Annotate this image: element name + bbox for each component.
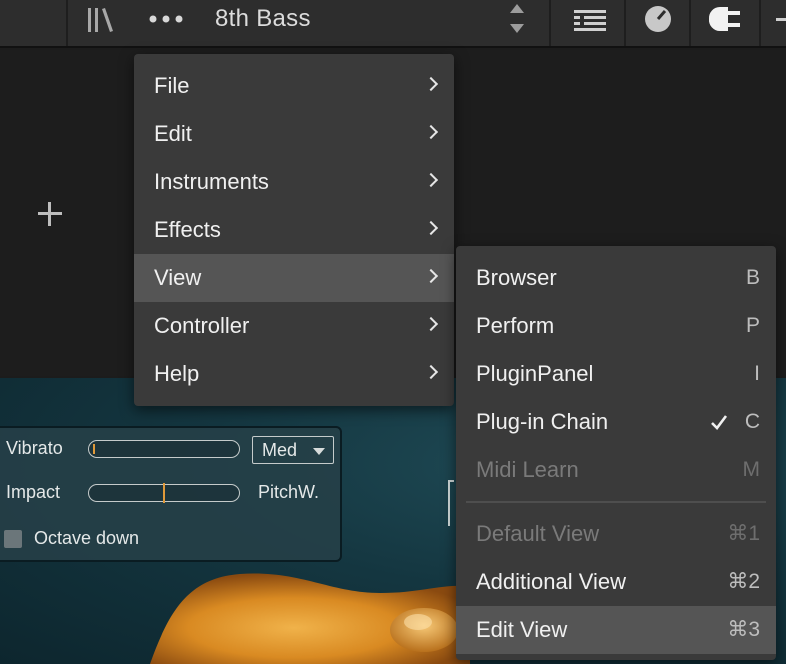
menu-item-label: Edit View xyxy=(476,617,568,642)
menu-item-pluginpanel[interactable]: PluginPanel I xyxy=(456,350,776,398)
chevron-right-icon xyxy=(423,316,439,332)
library-icon[interactable] xyxy=(86,6,116,34)
shortcut-label: ⌘1 xyxy=(727,522,760,545)
minus-icon[interactable] xyxy=(776,18,786,21)
main-menu: File Edit Instruments Effects View Contr… xyxy=(134,54,454,406)
menu-item-instruments[interactable]: Instruments xyxy=(134,158,454,206)
toolbar-divider xyxy=(624,0,626,46)
menu-item-controller[interactable]: Controller xyxy=(134,302,454,350)
shortcut-label: ⌘2 xyxy=(727,570,760,593)
shortcut-label: C xyxy=(744,410,760,433)
chevron-right-icon xyxy=(423,268,439,284)
vibrato-label: Vibrato xyxy=(6,438,63,458)
menu-item-plugin-chain[interactable]: Plug-in Chain C xyxy=(456,398,776,446)
octave-down-checkbox[interactable] xyxy=(4,530,22,548)
menu-item-label: Perform xyxy=(476,313,555,338)
menu-item-edit-view[interactable]: Edit View ⌘3 xyxy=(456,606,776,654)
impact-slider-handle[interactable] xyxy=(163,483,165,503)
checkmark-icon xyxy=(711,415,728,430)
instrument-name[interactable]: 8th Bass xyxy=(215,5,311,33)
shortcut-label: ⌘3 xyxy=(727,618,760,641)
chevron-right-icon xyxy=(423,220,439,236)
shortcut-label: I xyxy=(754,362,760,385)
impact-slider[interactable] xyxy=(88,483,240,503)
menu-item-label: File xyxy=(154,73,190,98)
menu-item-label: Browser xyxy=(476,265,557,290)
toolbar-divider xyxy=(549,0,551,46)
menu-item-file[interactable]: File xyxy=(134,62,454,110)
caret-down-icon xyxy=(313,448,325,455)
knob-icon[interactable] xyxy=(643,4,673,34)
vibrato-mode-select[interactable]: Med xyxy=(252,436,334,464)
chevron-right-icon xyxy=(423,364,439,380)
impact-label: Impact xyxy=(6,482,61,502)
more-icon[interactable] xyxy=(148,14,184,24)
stepper-icon[interactable] xyxy=(506,2,528,36)
menu-item-label: Plug-in Chain xyxy=(476,409,609,434)
toolbar-divider xyxy=(759,0,761,46)
menu-item-view[interactable]: View xyxy=(134,254,454,302)
articulation-panel: Vibrato Med Impact PitchW. Octave down xyxy=(0,426,342,562)
chevron-right-icon xyxy=(423,172,439,188)
menu-item-default-view: Default View ⌘1 xyxy=(456,510,776,558)
menu-item-label: Controller xyxy=(154,313,250,338)
menu-divider xyxy=(466,501,766,503)
chevron-right-icon xyxy=(423,124,439,140)
menu-item-midi-learn: Midi Learn M xyxy=(456,446,776,494)
menu-item-label: Additional View xyxy=(476,569,627,594)
toolbar-divider xyxy=(66,0,68,46)
shortcut-label: M xyxy=(742,458,761,481)
menu-item-effects[interactable]: Effects xyxy=(134,206,454,254)
shortcut-label: P xyxy=(745,314,760,337)
chevron-right-icon xyxy=(423,76,439,92)
vibrato-slider[interactable] xyxy=(88,440,240,458)
menu-item-browser[interactable]: Browser B xyxy=(456,254,776,302)
menu-item-perform[interactable]: Perform P xyxy=(456,302,776,350)
menu-item-edit[interactable]: Edit xyxy=(134,110,454,158)
menu-item-label: View xyxy=(154,265,202,290)
menu-item-help[interactable]: Help xyxy=(134,350,454,398)
toolbar-divider xyxy=(689,0,691,46)
menu-item-label: Effects xyxy=(154,217,221,242)
menu-item-label: Default View xyxy=(476,521,600,546)
menu-item-label: Midi Learn xyxy=(476,457,579,482)
menu-item-additional-view[interactable]: Additional View ⌘2 xyxy=(456,558,776,606)
panel-frame-corner xyxy=(448,480,454,526)
list-icon[interactable] xyxy=(572,8,608,32)
view-submenu: Browser B Perform P PluginPanel I Plug-i… xyxy=(456,246,776,660)
menu-item-label: Instruments xyxy=(154,169,269,194)
shortcut-label: B xyxy=(745,266,760,289)
vibrato-mode-value: Med xyxy=(262,440,298,460)
octave-down-label[interactable]: Octave down xyxy=(34,528,139,549)
plug-icon[interactable] xyxy=(705,4,745,34)
plus-icon[interactable] xyxy=(36,200,64,228)
vibrato-slider-handle[interactable] xyxy=(93,444,95,454)
menu-item-label: Edit xyxy=(154,121,192,146)
toolbar: 8th Bass xyxy=(0,0,786,48)
menu-item-label: Help xyxy=(154,361,200,386)
pitchw-label[interactable]: PitchW. xyxy=(258,482,319,503)
menu-item-label: PluginPanel xyxy=(476,361,594,386)
